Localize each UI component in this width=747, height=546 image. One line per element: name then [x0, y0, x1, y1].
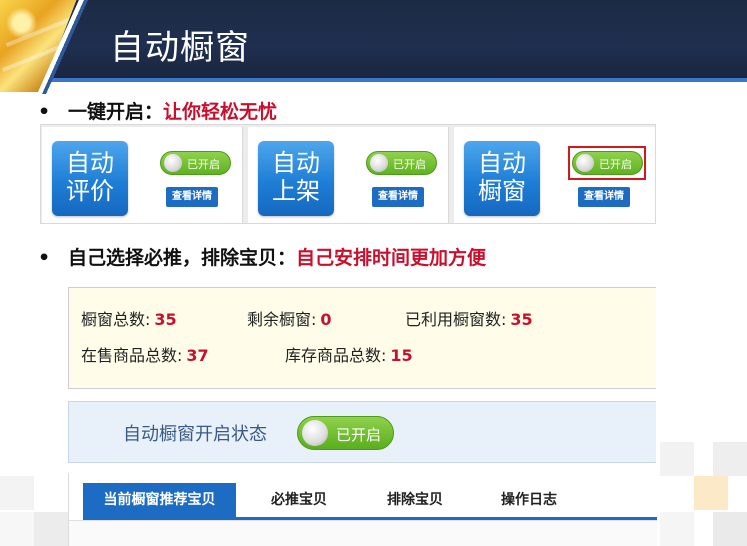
feature-card-strip: 自动 评价 已开启 查看详情 自动 上架 已开启 查看详情 自动 橱窗 已开启 … — [40, 124, 656, 224]
tab-content-area — [69, 520, 657, 546]
tile-line1: 自动 — [66, 149, 114, 177]
bullet-dot-icon: • — [38, 101, 51, 123]
tab-current-recommended[interactable]: 当前橱窗推荐宝贝 — [83, 483, 236, 517]
auto-window-status-panel: 自动橱窗开启状态 已开启 — [68, 401, 656, 463]
window-tabs: 当前橱窗推荐宝贝 必推宝贝 排除宝贝 操作日志 — [68, 473, 657, 546]
bg-tile — [660, 512, 694, 546]
stat-value: 0 — [320, 310, 332, 329]
bg-tile — [694, 476, 728, 510]
bg-tile — [34, 512, 68, 546]
bullet-text: 自己选择必推，排除宝贝： — [68, 247, 297, 269]
bg-tile — [713, 442, 747, 476]
stat-label: 在售商品总数: — [81, 346, 183, 365]
auto-listing-toggle[interactable]: 已开启 — [366, 151, 437, 175]
stat-on-sale: 在售商品总数: 37 — [81, 342, 209, 366]
toggle-label: 已开启 — [336, 426, 382, 444]
stat-window-remaining: 剩余橱窗: 0 — [247, 306, 332, 330]
auto-window-tile[interactable]: 自动 橱窗 — [464, 141, 540, 216]
toggle-label: 已开启 — [599, 158, 632, 171]
stat-label: 橱窗总数: — [81, 310, 151, 329]
tile-line1: 自动 — [478, 149, 526, 177]
slide-title: 自动橱窗 — [110, 28, 250, 68]
tile-line2: 橱窗 — [478, 177, 526, 205]
toggle-knob-icon — [576, 154, 594, 172]
auto-listing-detail-button[interactable]: 查看详情 — [372, 187, 424, 207]
stat-label: 库存商品总数: — [285, 346, 387, 365]
feature-card-auto-listing: 自动 上架 已开启 查看详情 — [248, 127, 449, 223]
tile-line2: 评价 — [66, 177, 114, 205]
stat-inventory: 库存商品总数: 15 — [285, 342, 413, 366]
tile-line2: 上架 — [272, 177, 320, 205]
bullet-dot-icon: • — [38, 247, 51, 269]
stat-value: 35 — [510, 310, 533, 329]
stat-window-used: 已利用橱窗数: 35 — [405, 306, 533, 330]
stat-window-total: 橱窗总数: 35 — [81, 306, 177, 330]
auto-window-status-toggle[interactable]: 已开启 — [297, 416, 394, 450]
stat-label: 已利用橱窗数: — [405, 310, 507, 329]
tab-must-push[interactable]: 必推宝贝 — [249, 483, 349, 517]
auto-review-tile[interactable]: 自动 评价 — [52, 141, 128, 216]
stat-label: 剩余橱窗: — [247, 310, 317, 329]
feature-card-auto-review: 自动 评价 已开启 查看详情 — [42, 127, 243, 223]
auto-review-toggle[interactable]: 已开启 — [160, 151, 231, 175]
toggle-knob-icon — [370, 154, 388, 172]
header-rule — [0, 78, 747, 82]
auto-window-toggle[interactable]: 已开启 — [572, 151, 643, 175]
tab-operation-log[interactable]: 操作日志 — [479, 483, 579, 517]
toggle-label: 已开启 — [187, 158, 220, 171]
tile-line1: 自动 — [272, 149, 320, 177]
bg-tile — [0, 512, 34, 546]
auto-review-detail-button[interactable]: 查看详情 — [166, 187, 218, 207]
auto-listing-tile[interactable]: 自动 上架 — [258, 141, 334, 216]
auto-window-detail-button[interactable]: 查看详情 — [578, 187, 630, 207]
stat-value: 35 — [154, 310, 177, 329]
stat-value: 37 — [186, 346, 209, 365]
toggle-knob-icon — [164, 154, 182, 172]
stat-value: 15 — [390, 346, 413, 365]
tab-excluded[interactable]: 排除宝贝 — [365, 483, 465, 517]
toggle-knob-icon — [302, 420, 328, 446]
bg-tile — [0, 476, 34, 510]
feature-card-auto-window: 自动 橱窗 已开启 查看详情 — [454, 127, 655, 223]
bullet-text: 一键开启： — [68, 101, 164, 123]
bg-tile — [713, 512, 747, 546]
bullet-highlight: 自己安排时间更加方便 — [296, 247, 487, 269]
bullet-one-key: • 一键开启：让你轻松无忧 — [38, 97, 277, 124]
toggle-label: 已开启 — [393, 158, 426, 171]
bg-tile — [660, 442, 694, 476]
window-stats-panel: 橱窗总数: 35 剩余橱窗: 0 已利用橱窗数: 35 在售商品总数: 37 库存商品总… — [68, 287, 656, 389]
bullet-select-exclude: • 自己选择必推，排除宝贝：自己安排时间更加方便 — [38, 243, 486, 270]
status-label: 自动橱窗开启状态 — [123, 424, 267, 445]
bullet-highlight: 让你轻松无忧 — [163, 101, 278, 123]
